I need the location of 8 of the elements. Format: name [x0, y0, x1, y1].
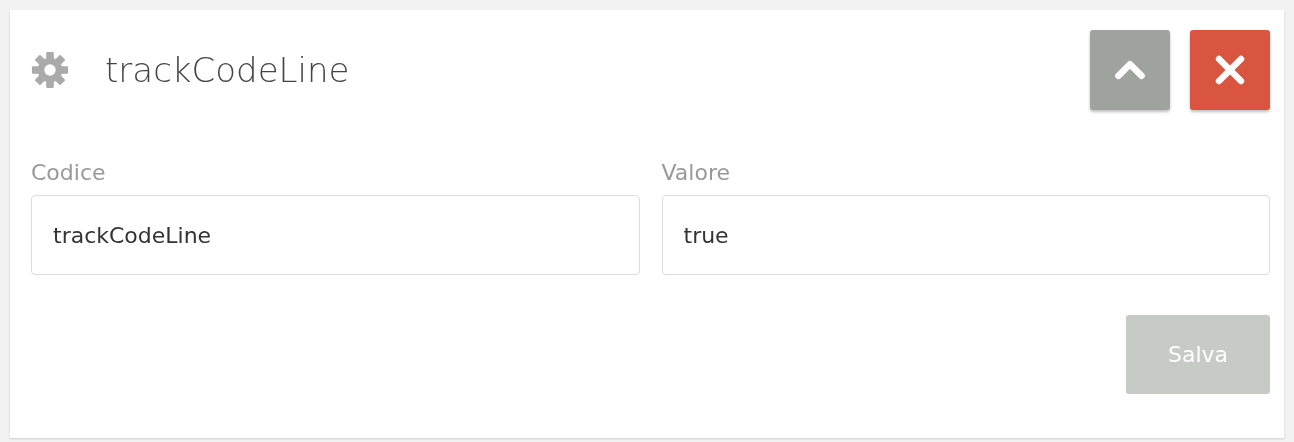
field-label: Valore	[661, 160, 731, 185]
gear-icon	[31, 51, 69, 89]
panel-title: trackCodeLine	[105, 50, 351, 90]
collapse-button[interactable]	[1090, 30, 1170, 110]
input-field[interactable]: true	[661, 195, 1270, 275]
close-button[interactable]	[1190, 30, 1270, 110]
field-label: Codice	[31, 160, 107, 185]
input-field[interactable]: trackCodeLine	[31, 195, 640, 275]
